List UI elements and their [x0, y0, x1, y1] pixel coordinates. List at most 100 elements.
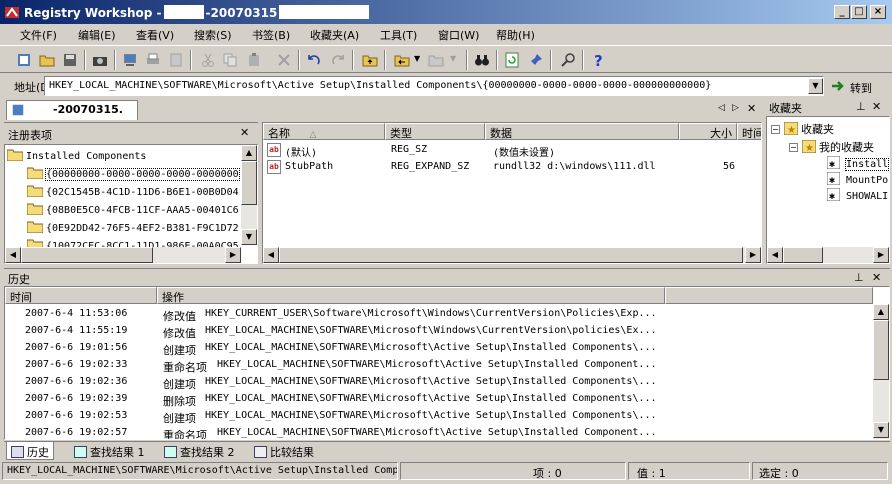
pin-icon[interactable]: ⊥ — [854, 271, 864, 284]
minimize-button[interactable]: _ — [834, 5, 850, 19]
scroll-thumb[interactable] — [783, 247, 823, 263]
value-row[interactable]: ab (默认) REG_SZ (数值未设置) — [265, 143, 745, 160]
maximize-button[interactable]: □ — [851, 5, 867, 19]
history-row[interactable]: 2007-6-4 11:53:06 修改值 HKEY_CURRENT_USER\So… — [5, 307, 871, 324]
scroll-left-icon[interactable]: ◀ — [5, 247, 21, 263]
history-vscrollbar[interactable]: ▲ ▼ — [873, 304, 889, 439]
redo-icon[interactable] — [330, 52, 346, 68]
back-folder-icon[interactable] — [394, 52, 410, 68]
history-row[interactable]: 2007-6-6 19:02:33 重命名项 HKEY_LOCAL_MACHINE\… — [5, 358, 871, 375]
cut-icon[interactable] — [200, 52, 216, 68]
value-hscrollbar[interactable]: ◀ ▶ — [263, 247, 761, 263]
menu-file[interactable]: 文件(F) — [20, 27, 57, 43]
scroll-right-icon[interactable]: ▶ — [745, 247, 761, 263]
favorites-tree[interactable]: − ★ 收藏夹 − ★ 我的收藏夹 ✱ Install ✱ MountPo ✱ … — [766, 116, 890, 264]
document-tab[interactable]: -20070315. — [6, 100, 138, 120]
column-header-type[interactable]: 类型 — [385, 123, 485, 140]
history-row[interactable]: 2007-6-6 19:02:36 创建项 HKEY_LOCAL_MACHINE\S… — [5, 375, 871, 392]
history-row[interactable]: 2007-6-6 19:02:57 重命名项 HKEY_LOCAL_MACHINE\… — [5, 426, 871, 439]
tree-root[interactable]: Installed Components — [7, 149, 146, 162]
favorites-item[interactable]: ✱ Install — [826, 155, 889, 171]
menu-window[interactable]: 窗口(W) — [438, 27, 479, 43]
favorites-root[interactable]: − ★ 收藏夹 — [771, 121, 834, 137]
open-folder-icon[interactable] — [39, 52, 55, 68]
collapse-icon[interactable]: − — [789, 143, 798, 152]
scroll-thumb[interactable] — [873, 320, 889, 380]
menu-view[interactable]: 查看(V) — [136, 27, 174, 43]
history-row[interactable]: 2007-6-6 19:02:39 删除项 HKEY_LOCAL_MACHINE\S… — [5, 392, 871, 409]
forward-folder-icon[interactable] — [428, 52, 444, 68]
column-header-operation[interactable]: 操作 — [157, 287, 665, 304]
camera-icon[interactable] — [92, 52, 108, 68]
history-row[interactable]: 2007-6-6 19:02:53 创建项 HKEY_LOCAL_MACHINE\S… — [5, 409, 871, 426]
up-folder-icon[interactable] — [362, 52, 378, 68]
menu-favorites[interactable]: 收藏夹(A) — [310, 27, 359, 43]
favorites-item[interactable]: ✱ MountPo — [826, 171, 888, 186]
scroll-right-icon[interactable]: ▶ — [873, 247, 889, 263]
computer-icon[interactable] — [122, 52, 138, 68]
column-header-time[interactable]: 时间 — [5, 287, 157, 304]
tab-history[interactable]: 历史 — [6, 442, 54, 460]
go-button[interactable]: 转到 — [828, 77, 888, 96]
tab-prev-icon[interactable]: ◁ — [718, 103, 725, 113]
undo-icon[interactable] — [306, 52, 322, 68]
tree-item[interactable]: {00000000-0000-0000-0000-0000000 — [27, 167, 240, 181]
registry-icon[interactable] — [16, 52, 32, 68]
tab-next-icon[interactable]: ▷ — [732, 103, 739, 113]
tree-item[interactable]: {02C1545B-4C1D-11D6-B6E1-00B0D04 — [27, 185, 239, 198]
favorites-item[interactable]: ✱ SHOWALI — [826, 187, 888, 202]
column-header-name[interactable]: 名称 △ — [263, 123, 385, 140]
menu-help[interactable]: 帮助(H) — [496, 27, 535, 43]
tree-hscrollbar[interactable]: ◀ ▶ — [5, 247, 241, 263]
address-dropdown-button[interactable]: ▼ — [808, 78, 823, 94]
address-input[interactable]: HKEY_LOCAL_MACHINE\SOFTWARE\Microsoft\Ac… — [44, 76, 824, 96]
tree-vscrollbar[interactable]: ▲ ▼ — [241, 145, 257, 245]
column-header-data[interactable]: 数据 — [485, 123, 679, 140]
properties-icon[interactable] — [168, 52, 184, 68]
favorites-hscrollbar[interactable]: ◀ ▶ — [767, 247, 889, 263]
scroll-right-icon[interactable]: ▶ — [225, 247, 241, 263]
find-binoculars-icon[interactable] — [474, 52, 490, 68]
close-button[interactable]: × — [870, 5, 886, 19]
scroll-up-icon[interactable]: ▲ — [241, 145, 257, 161]
pin-icon[interactable]: ⊥ — [856, 100, 866, 113]
refresh-icon[interactable] — [504, 52, 520, 68]
tree-view[interactable]: Installed Components {00000000-0000-0000… — [4, 144, 258, 264]
menu-search[interactable]: 搜索(S) — [194, 27, 232, 43]
history-list[interactable]: 时间 操作 2007-6-4 11:53:06 修改值 HKEY_CURRENT_U… — [4, 286, 890, 440]
tree-item[interactable]: {08B0E5C0-4FCB-11CF-AAA5-00401C6 — [27, 203, 239, 216]
scroll-down-icon[interactable]: ▼ — [241, 229, 257, 245]
print-icon[interactable] — [145, 52, 161, 68]
value-list-panel[interactable]: 名称 △ 类型 数据 大小 时间 ab (默认) REG_SZ (数值未设置) … — [262, 122, 762, 264]
close-icon[interactable]: ✕ — [240, 126, 249, 139]
tab-compare-results[interactable]: 比较结果 — [250, 442, 318, 460]
close-icon[interactable]: ✕ — [872, 100, 881, 113]
value-row[interactable]: ab StubPath REG_EXPAND_SZ rundll32 d:\wi… — [265, 160, 745, 177]
menu-tools[interactable]: 工具(T) — [380, 27, 417, 43]
tab-find-results-1[interactable]: 查找结果 1 — [70, 442, 149, 460]
favorites-folder[interactable]: − ★ 我的收藏夹 — [789, 139, 874, 155]
tree-item[interactable]: {0E92DD42-76F5-4EF2-B381-F9C1D72 — [27, 221, 239, 234]
delete-icon[interactable] — [276, 52, 292, 68]
chevron-down-icon[interactable]: ▼ — [414, 54, 420, 63]
scroll-left-icon[interactable]: ◀ — [263, 247, 279, 263]
chevron-down-icon[interactable]: ▼ — [450, 54, 456, 63]
zoom-icon[interactable] — [560, 52, 576, 68]
scroll-thumb[interactable] — [279, 247, 743, 263]
scroll-down-icon[interactable]: ▼ — [873, 422, 889, 438]
column-header-time[interactable]: 时间 — [737, 123, 761, 140]
scroll-thumb[interactable] — [21, 247, 153, 263]
column-header-size[interactable]: 大小 — [679, 123, 737, 140]
collapse-icon[interactable]: − — [771, 125, 780, 134]
scroll-thumb[interactable] — [241, 161, 257, 205]
tab-find-results-2[interactable]: 查找结果 2 — [160, 442, 239, 460]
history-row[interactable]: 2007-6-4 11:55:19 修改值 HKEY_LOCAL_MACHINE\S… — [5, 324, 871, 341]
help-icon[interactable]: ? — [590, 52, 606, 68]
pin-icon[interactable] — [528, 52, 544, 68]
copy-icon[interactable] — [222, 52, 238, 68]
history-row[interactable]: 2007-6-6 19:01:56 创建项 HKEY_LOCAL_MACHINE\S… — [5, 341, 871, 358]
scroll-up-icon[interactable]: ▲ — [873, 304, 889, 320]
close-icon[interactable]: ✕ — [872, 271, 881, 284]
paste-icon[interactable] — [246, 52, 262, 68]
tab-close-icon[interactable]: ✕ — [747, 102, 756, 115]
